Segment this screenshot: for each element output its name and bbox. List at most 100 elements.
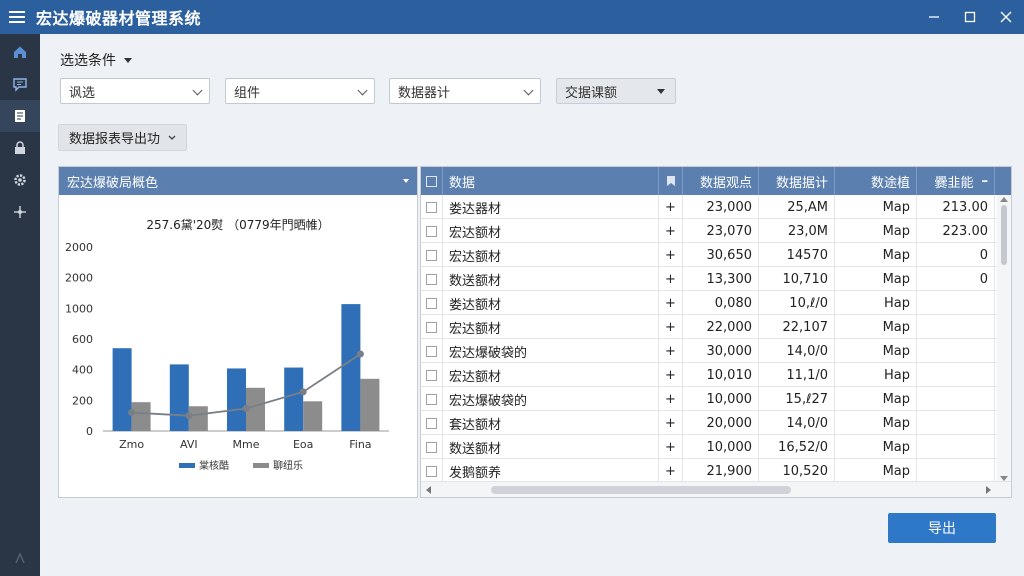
filter-select-1[interactable]: 讽选	[60, 78, 210, 104]
cell-value-4	[917, 339, 995, 363]
sidebar-item-messages[interactable]	[0, 68, 40, 100]
column-header-3[interactable]: 数据据计	[759, 167, 835, 195]
close-button[interactable]	[988, 0, 1024, 34]
row-checkbox[interactable]	[421, 315, 443, 339]
table-row[interactable]: 数送额材 +13,300 10,710 Map 0	[421, 267, 1011, 291]
bar-series-1	[112, 348, 132, 431]
legend-swatch	[179, 463, 195, 468]
table-row[interactable]: 宏达额材 +30,650 14570 Map 0	[421, 243, 1011, 267]
cell-value-3: Map	[835, 267, 917, 291]
menu-button[interactable]	[0, 0, 34, 34]
select-all-checkbox[interactable]	[421, 167, 443, 195]
cell-value-4	[917, 315, 995, 339]
scroll-right-icon	[986, 486, 991, 494]
row-checkbox[interactable]	[421, 195, 443, 219]
export-report-dropdown[interactable]: 数据报表导出功	[58, 124, 188, 151]
cell-plus[interactable]: +	[659, 315, 683, 339]
y-tick-label: 600	[72, 333, 93, 346]
table-row[interactable]: 宏达爆破袋的 +10,000 15,ℓ27 Map	[421, 387, 1011, 411]
cell-value-4: 213.00	[917, 195, 995, 219]
maximize-button[interactable]	[952, 0, 988, 34]
sidebar-item-reports[interactable]	[0, 100, 40, 132]
column-header-4[interactable]: 数途植	[835, 167, 917, 195]
row-checkbox[interactable]	[421, 363, 443, 387]
row-checkbox[interactable]	[421, 219, 443, 243]
row-checkbox[interactable]	[421, 411, 443, 435]
data-table: 数据 数据观点 数据据计 数途植 爨韭能 – 娄达器材 +23,000 25,AM M…	[420, 166, 1012, 498]
table-row[interactable]: 发鹅额养 +21,900 10,520 Map	[421, 459, 1011, 483]
filter-select-4[interactable]: 交据课额	[556, 78, 676, 104]
cell-name: 宏达爆破袋的	[443, 339, 659, 363]
logo-mark-icon	[15, 552, 25, 564]
cell-plus[interactable]: +	[659, 387, 683, 411]
checkbox-icon	[426, 441, 437, 453]
cell-value-2: 22,107	[759, 315, 835, 339]
cell-plus[interactable]: +	[659, 411, 683, 435]
table-row[interactable]: 宏达额材 +10,010 11,1/0 Hap	[421, 363, 1011, 387]
bar-chart: 257.6黛'20熨 （0779年門晒帷） 0 200 400 600 1000 2000 2…	[65, 217, 389, 472]
cell-plus[interactable]: +	[659, 291, 683, 315]
cell-plus[interactable]: +	[659, 219, 683, 243]
cell-value-1: 10,000	[683, 387, 759, 411]
sidebar-collapse[interactable]	[0, 546, 40, 570]
row-checkbox[interactable]	[421, 459, 443, 483]
chart-title: 257.6黛'20熨 （0779年門晒帷）	[146, 217, 329, 232]
row-checkbox[interactable]	[421, 267, 443, 291]
sidebar-item-settings[interactable]	[0, 164, 40, 196]
cell-plus[interactable]: +	[659, 243, 683, 267]
table-row[interactable]: 宏达爆破袋的 +30,000 14,0/0 Map	[421, 339, 1011, 363]
bar-series-2	[303, 401, 323, 431]
checkbox-icon	[426, 225, 437, 237]
row-checkbox[interactable]	[421, 339, 443, 363]
table-row[interactable]: 宏达额材 +22,000 22,107 Map	[421, 315, 1011, 339]
cell-plus[interactable]: +	[659, 459, 683, 483]
trend-point	[299, 388, 307, 396]
chart-panel-header[interactable]: 宏达爆破局概色	[59, 167, 417, 195]
column-header-flag[interactable]	[659, 167, 683, 195]
table-row[interactable]: 宏达额材 +23,070 23,0M Map 223.00	[421, 219, 1011, 243]
cell-name: 宏达爆破袋的	[443, 387, 659, 411]
cell-value-1: 0,080	[683, 291, 759, 315]
cell-plus[interactable]: +	[659, 363, 683, 387]
table-row[interactable]: 套达额材 +20,000 14,0/0 Map	[421, 411, 1011, 435]
column-header-5[interactable]: 爨韭能 –	[917, 167, 995, 195]
table-row[interactable]: 娄达器材 +23,000 25,AM Map 213.00	[421, 195, 1011, 219]
cell-plus[interactable]: +	[659, 339, 683, 363]
caret-down-icon	[657, 89, 665, 94]
cell-plus[interactable]: +	[659, 435, 683, 459]
row-checkbox[interactable]	[421, 243, 443, 267]
table-row[interactable]: 娄达额材 +0,080 10,ℓ/0 Hap	[421, 291, 1011, 315]
row-checkbox[interactable]	[421, 387, 443, 411]
sidebar-item-home[interactable]	[0, 36, 40, 68]
caret-down-icon	[124, 57, 132, 63]
sidebar	[0, 34, 40, 576]
cell-plus[interactable]: +	[659, 195, 683, 219]
table-row[interactable]: 数送额材 +10,000 16,52/0 Map	[421, 435, 1011, 459]
cell-value-2: 10,ℓ/0	[759, 291, 835, 315]
caret-down-icon	[403, 179, 409, 183]
column-header-2[interactable]: 数据观点	[683, 167, 759, 195]
cell-value-3: Map	[835, 219, 917, 243]
minimize-button[interactable]	[916, 0, 952, 34]
export-button[interactable]: 导出	[888, 513, 996, 543]
trend-point	[185, 412, 193, 420]
cell-value-3: Map	[835, 195, 917, 219]
sidebar-item-network[interactable]	[0, 196, 40, 228]
cell-name: 宏达额材	[443, 363, 659, 387]
cell-value-1: 20,000	[683, 411, 759, 435]
trend-point	[128, 409, 136, 417]
filter-select-2[interactable]: 组件	[225, 78, 375, 104]
vertical-scrollbar[interactable]	[997, 195, 1011, 483]
cell-value-3: Hap	[835, 363, 917, 387]
cell-value-4: 223.00	[917, 219, 995, 243]
y-tick-label: 2000	[65, 241, 93, 254]
cell-plus[interactable]: +	[659, 267, 683, 291]
row-checkbox[interactable]	[421, 435, 443, 459]
filter-select-3[interactable]: 数据器计	[389, 78, 541, 104]
filter-section-toggle[interactable]: 选选条件	[60, 50, 132, 70]
horizontal-scrollbar[interactable]	[421, 481, 1011, 497]
column-header-name[interactable]: 数据	[443, 167, 659, 195]
sidebar-item-security[interactable]	[0, 132, 40, 164]
cell-value-2: 23,0M	[759, 219, 835, 243]
row-checkbox[interactable]	[421, 291, 443, 315]
